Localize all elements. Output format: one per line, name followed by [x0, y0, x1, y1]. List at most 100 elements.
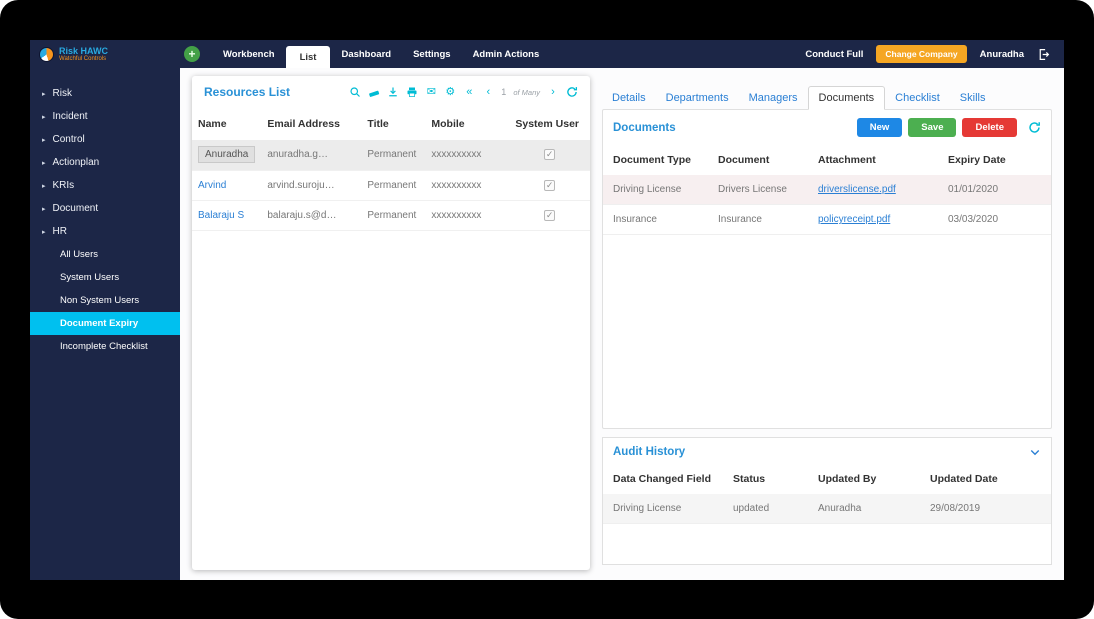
changed-field-cell: Driving License	[603, 494, 723, 524]
expiry-date-cell: 03/03/2020	[938, 204, 1051, 235]
tab-documents[interactable]: Documents	[807, 86, 886, 110]
resources-toolbar: ✉ ⚙ « ‹ 1 of Many ›	[349, 86, 578, 99]
change-company-button[interactable]: Change Company	[876, 45, 967, 63]
resources-table: Name Email Address Title Mobile System U…	[192, 110, 590, 231]
print-icon[interactable]	[406, 86, 418, 99]
sidebar-subitem-document-expiry[interactable]: Document Expiry	[30, 312, 180, 335]
top-navigation: Workbench List Dashboard Settings Admin …	[212, 40, 550, 68]
expiry-date-cell: 01/01/2020	[938, 175, 1051, 205]
column-header-updated-date: Updated Date	[930, 473, 998, 485]
chevron-down-icon[interactable]	[1029, 446, 1041, 458]
title-cell: Permanent	[361, 140, 426, 171]
column-header-email[interactable]: Email Address	[261, 110, 361, 140]
resource-name-link[interactable]: Balaraju S	[198, 210, 244, 221]
app-window: Risk HAWC Watchful Controls + Workbench …	[30, 40, 1064, 580]
chevron-right-icon: ▸	[42, 182, 46, 190]
nav-settings[interactable]: Settings	[402, 40, 461, 68]
tab-details[interactable]: Details	[602, 87, 656, 109]
sidebar: ▸ Risk ▸ Incident ▸ Control ▸ Actionplan ▸ KR…	[30, 68, 180, 580]
first-page-icon[interactable]: «	[463, 86, 475, 99]
current-page-number: 1	[501, 87, 507, 97]
column-header-document: Document	[718, 154, 770, 166]
attachment-link[interactable]: driverslicense.pdf	[818, 184, 896, 195]
nav-list[interactable]: List	[285, 46, 331, 68]
sidebar-item-control[interactable]: ▸ Control	[30, 128, 180, 151]
attachment-link[interactable]: policyreceipt.pdf	[818, 214, 890, 225]
sidebar-item-incident[interactable]: ▸ Incident	[30, 105, 180, 128]
tab-checklist[interactable]: Checklist	[885, 87, 950, 109]
sidebar-subitem-non-system-users[interactable]: Non System Users	[30, 289, 180, 312]
sidebar-item-risk[interactable]: ▸ Risk	[30, 82, 180, 105]
system-user-cell	[509, 140, 590, 171]
resource-name-link[interactable]: Anuradha	[198, 146, 256, 164]
column-header-data-changed-field: Data Changed Field	[613, 473, 712, 485]
nav-dashboard[interactable]: Dashboard	[330, 40, 402, 68]
previous-page-icon[interactable]: ‹	[482, 86, 494, 99]
resources-header: Resources List ✉ ⚙ « ‹ 1 of Many ›	[192, 76, 590, 104]
column-header-name[interactable]: Name	[192, 110, 261, 140]
email-icon[interactable]: ✉	[425, 86, 437, 99]
refresh-icon[interactable]	[566, 86, 578, 99]
resource-name-link[interactable]: Arvind	[198, 180, 226, 191]
nav-workbench[interactable]: Workbench	[212, 40, 286, 68]
sidebar-item-kris[interactable]: ▸ KRIs	[30, 174, 180, 197]
name-cell: Balaraju S	[192, 200, 262, 231]
attachment-cell: policyreceipt.pdf	[808, 204, 938, 235]
screen-frame: Risk HAWC Watchful Controls + Workbench …	[0, 0, 1094, 619]
topbar: Risk HAWC Watchful Controls + Workbench …	[30, 40, 1064, 68]
system-user-checkbox[interactable]	[544, 209, 556, 221]
logout-icon[interactable]	[1037, 48, 1050, 61]
main-content: Resources List ✉ ⚙ « ‹ 1 of Many › Name …	[180, 68, 1064, 580]
audit-history-section: Audit History Data Changed Field Status …	[602, 437, 1052, 565]
column-header-mobile[interactable]: Mobile	[425, 110, 509, 140]
resource-row[interactable]: Balaraju S balaraju.s@d… Permanent xxxxx…	[192, 200, 590, 231]
delete-button[interactable]: Delete	[962, 118, 1017, 137]
sidebar-item-document[interactable]: ▸ Document	[30, 197, 180, 220]
column-header-title[interactable]: Title	[361, 110, 425, 140]
page-count-label: of Many	[513, 87, 540, 97]
resource-row[interactable]: Arvind arvind.suroju… Permanent xxxxxxxx…	[192, 170, 590, 201]
gear-icon[interactable]: ⚙	[444, 86, 456, 99]
column-header-system-user[interactable]: System User	[509, 110, 590, 140]
column-header-attachment: Attachment	[818, 154, 876, 166]
clear-filter-eraser-icon[interactable]	[368, 86, 380, 99]
resources-title: Resources List	[204, 85, 291, 99]
nav-admin-actions[interactable]: Admin Actions	[462, 40, 551, 68]
username-label[interactable]: Anuradha	[980, 49, 1024, 60]
document-row[interactable]: Insurance Insurance policyreceipt.pdf 03…	[603, 204, 1051, 235]
tab-departments[interactable]: Departments	[656, 87, 739, 109]
download-icon[interactable]	[387, 86, 399, 99]
save-button[interactable]: Save	[908, 118, 957, 137]
next-page-icon[interactable]: ›	[547, 86, 559, 99]
updated-date-cell: 29/08/2019	[920, 494, 1051, 524]
column-header-expiry-date: Expiry Date	[948, 154, 1006, 166]
document-row[interactable]: Driving License Drivers License driversl…	[603, 175, 1051, 205]
new-button[interactable]: New	[856, 118, 903, 137]
chevron-right-icon: ▸	[42, 159, 46, 167]
documents-title: Documents	[613, 121, 676, 134]
topbar-right: Conduct Full Change Company Anuradha	[805, 45, 1064, 63]
system-user-checkbox[interactable]	[544, 149, 556, 161]
tab-managers[interactable]: Managers	[739, 87, 808, 109]
resource-row[interactable]: Anuradha anuradha.g… Permanent xxxxxxxxx…	[192, 140, 590, 171]
sidebar-item-actionplan[interactable]: ▸ Actionplan	[30, 151, 180, 174]
audit-row[interactable]: Driving License updated Anuradha 29/08/2…	[603, 494, 1051, 524]
documents-actions: New Save Delete	[856, 118, 1041, 137]
tab-skills[interactable]: Skills	[950, 87, 996, 109]
sidebar-subitem-system-users[interactable]: System Users	[30, 266, 180, 289]
chevron-right-icon: ▸	[42, 90, 46, 98]
system-user-checkbox[interactable]	[544, 179, 556, 191]
sidebar-subitem-all-users[interactable]: All Users	[30, 243, 180, 266]
search-icon[interactable]	[349, 86, 361, 99]
add-button[interactable]: +	[184, 46, 200, 62]
system-user-cell	[509, 200, 590, 231]
email-cell: anuradha.g…	[261, 140, 362, 171]
sidebar-subitem-incomplete-checklist[interactable]: Incomplete Checklist	[30, 335, 180, 358]
app-logo[interactable]: Risk HAWC Watchful Controls	[30, 46, 180, 63]
chevron-right-icon: ▸	[42, 136, 46, 144]
status-cell: updated	[723, 494, 808, 524]
refresh-icon[interactable]	[1028, 121, 1041, 134]
sidebar-item-hr[interactable]: ▸ HR	[30, 220, 180, 243]
column-header-updated-by: Updated By	[818, 473, 877, 485]
column-header-status: Status	[733, 473, 766, 485]
